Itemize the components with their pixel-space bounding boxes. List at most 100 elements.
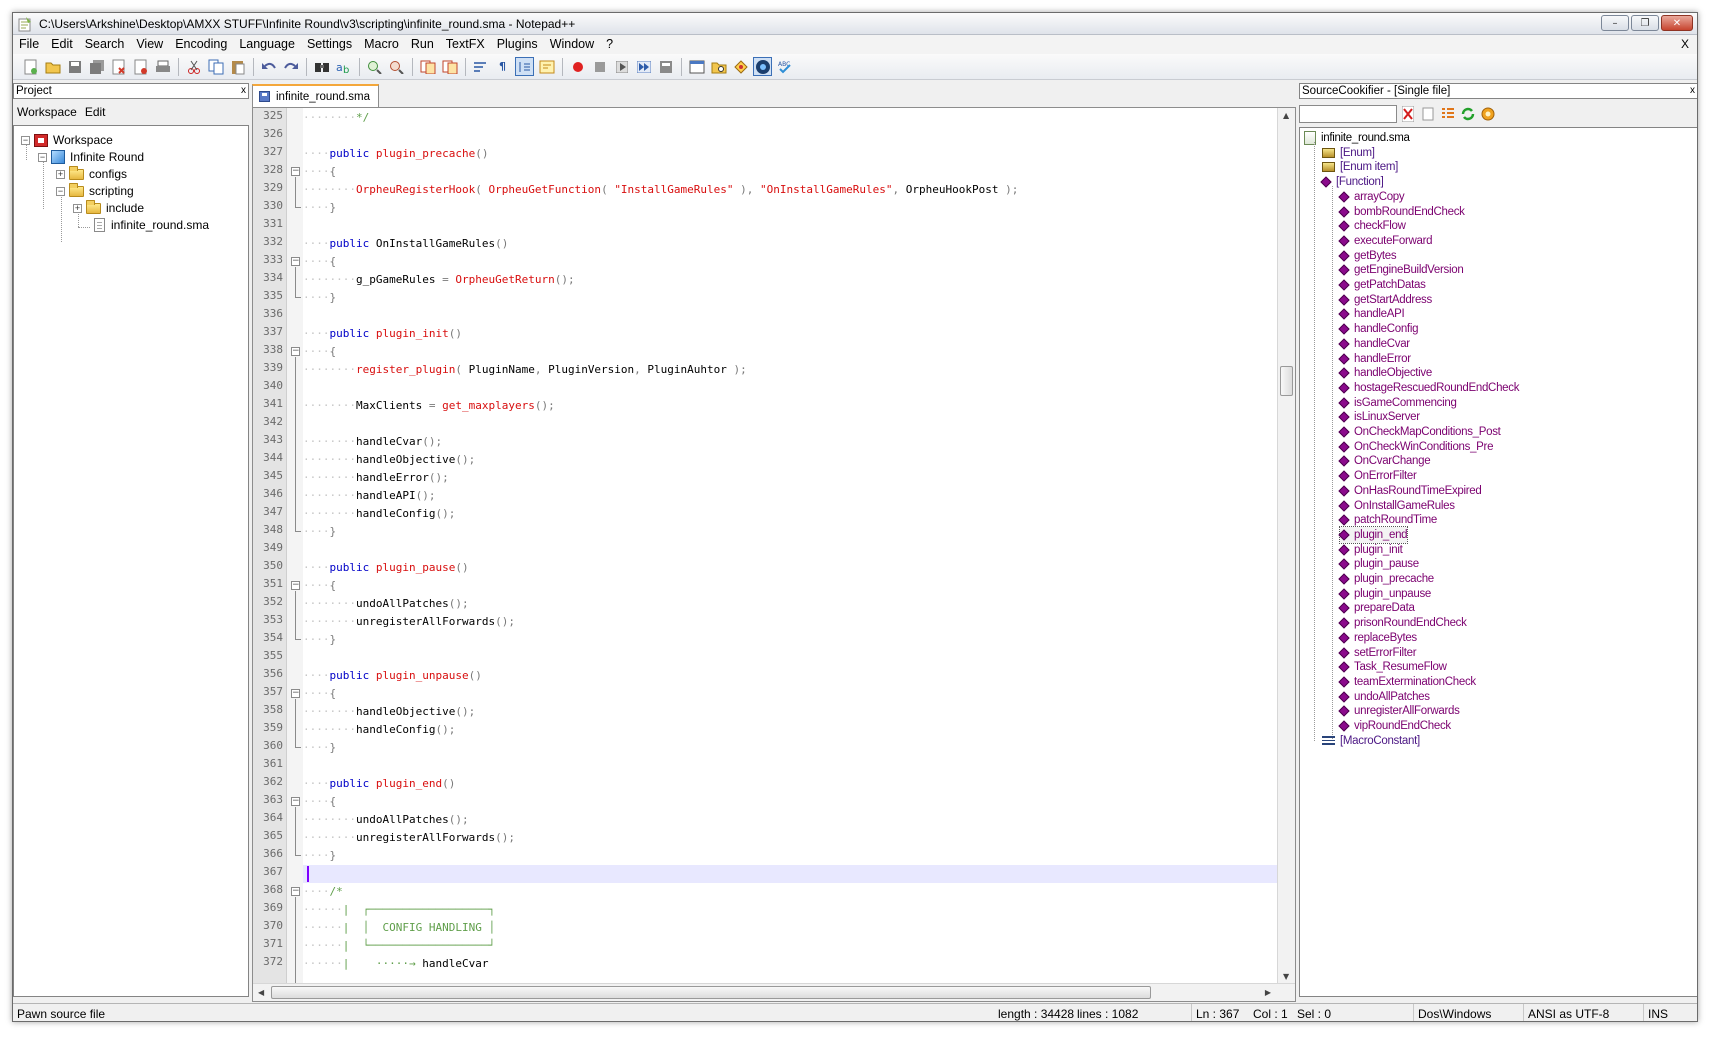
symbol-function[interactable]: patchRoundTime	[1338, 512, 1437, 528]
symbol-function[interactable]: handleError	[1338, 351, 1411, 367]
fold-collapse-icon[interactable]: −	[291, 887, 300, 896]
menu-help[interactable]: ?	[600, 35, 619, 54]
copy-icon[interactable]	[206, 57, 225, 76]
save-icon[interactable]	[65, 57, 84, 76]
sync-horizontal-icon[interactable]	[440, 57, 459, 76]
menu-window[interactable]: Window	[544, 35, 600, 54]
code-line[interactable]: ········g_pGameRules = OrpheuGetReturn()…	[303, 271, 575, 289]
code-line[interactable]: ······| └──────────────────┘	[303, 937, 495, 955]
minimize-button[interactable]: –	[1601, 15, 1629, 31]
scroll-down-icon[interactable]: ▼	[1283, 972, 1289, 981]
code-line[interactable]: ····}	[303, 199, 336, 217]
symbol-function[interactable]: hostageRescuedRoundEndCheck	[1338, 380, 1519, 396]
symbol-function[interactable]: arrayCopy	[1338, 189, 1405, 205]
symbol-function[interactable]: OnCvarChange	[1338, 453, 1431, 469]
horizontal-scroll-thumb[interactable]	[271, 986, 1151, 999]
menu-macro[interactable]: Macro	[358, 35, 405, 54]
symbol-function[interactable]: OnErrorFilter	[1338, 468, 1417, 484]
tree-item-configs[interactable]: + configs	[56, 165, 127, 183]
menu-plugins[interactable]: Plugins	[491, 35, 544, 54]
plugin-tool-icon[interactable]	[731, 57, 750, 76]
code-line[interactable]: ······| ┌──────────────────┐	[303, 901, 495, 919]
code-line[interactable]: ····{	[303, 577, 336, 595]
code-line[interactable]: ····{	[303, 163, 336, 181]
symbol-function[interactable]: bombRoundEndCheck	[1338, 204, 1465, 220]
clear-filter-icon[interactable]	[1399, 105, 1417, 123]
menu-encoding[interactable]: Encoding	[169, 35, 233, 54]
menu-run[interactable]: Run	[405, 35, 440, 54]
scroll-left-icon[interactable]: ◀	[258, 988, 264, 997]
stop-macro-icon[interactable]	[590, 57, 609, 76]
code-line[interactable]: ····public plugin_unpause()	[303, 667, 482, 685]
collapse-icon[interactable]: −	[21, 135, 30, 145]
tree-item-workspace[interactable]: − Workspace	[21, 131, 113, 149]
source-cookifier-close-button[interactable]: x	[1690, 84, 1695, 98]
blank-page-icon[interactable]	[1419, 105, 1437, 123]
code-line[interactable]: ····/*	[303, 883, 343, 901]
menu-view[interactable]: View	[130, 35, 169, 54]
symbol-function[interactable]: plugin_init	[1338, 542, 1403, 558]
collapse-icon[interactable]: −	[38, 152, 47, 162]
symbol-function[interactable]: isLinuxServer	[1338, 409, 1420, 425]
symbol-function[interactable]: executeForward	[1338, 233, 1433, 249]
refresh-icon[interactable]	[1459, 105, 1477, 123]
tree-item-file[interactable]: infinite_round.sma	[94, 216, 209, 234]
spell-check-icon[interactable]: ABC	[775, 57, 794, 76]
symbol-function[interactable]: handleConfig	[1338, 321, 1418, 337]
symbol-category-enum-item[interactable]: [Enum item]	[1322, 159, 1398, 175]
code-line[interactable]: ····{	[303, 685, 336, 703]
user-language-icon[interactable]	[537, 57, 556, 76]
symbol-function[interactable]: plugin_pause	[1338, 556, 1419, 572]
zoom-out-icon[interactable]	[387, 57, 406, 76]
symbol-function[interactable]: plugin_unpause	[1338, 586, 1431, 602]
tree-item-scripting[interactable]: − scripting	[56, 182, 134, 200]
symbol-category-macro-constant[interactable]: [MacroConstant]	[1322, 733, 1420, 749]
restore-button[interactable]: ❐	[1631, 15, 1659, 31]
code-text[interactable]: ········*/····public plugin_precache() ··…	[303, 108, 1277, 984]
tree-item-include[interactable]: + include	[73, 199, 144, 217]
close-file-icon[interactable]	[109, 57, 128, 76]
play-macro-icon[interactable]	[612, 57, 631, 76]
menu-search[interactable]: Search	[79, 35, 131, 54]
code-line[interactable]: ········undoAllPatches();	[303, 811, 469, 829]
symbol-category-enum[interactable]: [Enum]	[1322, 145, 1375, 161]
symbol-function[interactable]: vipRoundEndCheck	[1338, 718, 1451, 734]
symbol-function[interactable]: OnCheckMapConditions_Post	[1338, 424, 1501, 440]
folder-search-icon[interactable]	[709, 57, 728, 76]
paste-icon[interactable]	[228, 57, 247, 76]
code-line[interactable]: ········handleError();	[303, 469, 449, 487]
symbol-function[interactable]: unregisterAllForwards	[1338, 703, 1460, 719]
code-line[interactable]: ········*/	[303, 109, 369, 127]
fold-collapse-icon[interactable]: −	[291, 257, 300, 266]
cut-icon[interactable]	[184, 57, 203, 76]
symbol-function[interactable]: Task_ResumeFlow	[1338, 659, 1447, 675]
code-line[interactable]: ····public plugin_precache()	[303, 145, 488, 163]
close-all-icon[interactable]	[131, 57, 150, 76]
monitoring-icon[interactable]	[753, 57, 772, 76]
symbol-filter-input[interactable]	[1299, 105, 1397, 123]
symbol-function[interactable]: replaceBytes	[1338, 630, 1417, 646]
scroll-up-icon[interactable]: ▲	[1283, 111, 1289, 120]
symbol-function[interactable]: plugin_precache	[1338, 571, 1434, 587]
menu-textfx[interactable]: TextFX	[440, 35, 491, 54]
symbol-function[interactable]: setErrorFilter	[1338, 645, 1417, 661]
menu-edit[interactable]: Edit	[45, 35, 79, 54]
symbol-function[interactable]: OnHasRoundTimeExpired	[1338, 483, 1482, 499]
word-wrap-icon[interactable]	[471, 57, 490, 76]
code-line[interactable]: ········register_plugin( PluginName, Plu…	[303, 361, 747, 379]
code-line[interactable]: ····public plugin_pause()	[303, 559, 469, 577]
code-line[interactable]: ······| ·····→ handleCvar	[303, 955, 488, 973]
code-line[interactable]: ········handleObjective();	[303, 451, 475, 469]
sync-vertical-icon[interactable]	[418, 57, 437, 76]
tree-item-project[interactable]: − Infinite Round	[38, 148, 144, 166]
project-panel-close-button[interactable]: x	[241, 84, 246, 98]
horizontal-scrollbar[interactable]: ◀ ▶	[253, 983, 1295, 1001]
symbol-function[interactable]: handleObjective	[1338, 365, 1432, 381]
symbol-function[interactable]: getStartAddress	[1338, 292, 1432, 308]
code-line[interactable]: ····}	[303, 847, 336, 865]
code-line[interactable]: ········unregisterAllForwards();	[303, 613, 515, 631]
undo-icon[interactable]	[259, 57, 278, 76]
symbol-function[interactable]: getBytes	[1338, 248, 1397, 264]
indent-guide-icon[interactable]	[515, 57, 534, 76]
symbol-function[interactable]: getEngineBuildVersion	[1338, 262, 1464, 278]
